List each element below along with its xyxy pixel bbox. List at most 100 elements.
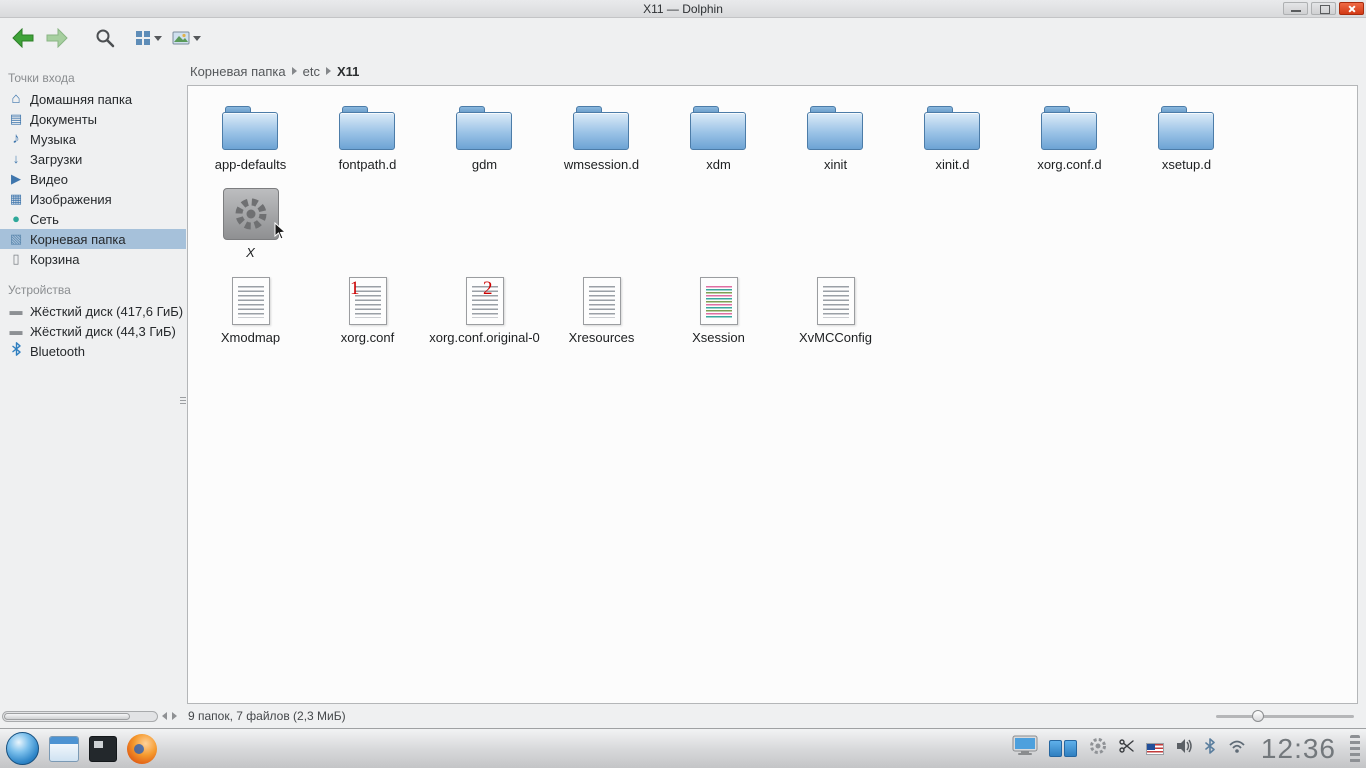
forward-icon (45, 28, 69, 48)
forward-button[interactable] (42, 23, 72, 53)
executable-tile[interactable]: X (192, 188, 309, 260)
folder-label: xdm (706, 158, 731, 172)
network-wifi-icon[interactable] (1227, 738, 1247, 759)
folder-tile[interactable]: xdm (660, 106, 777, 172)
folder-tile[interactable]: fontpath.d (309, 106, 426, 172)
folder-tile[interactable]: gdm (426, 106, 543, 172)
file-tile[interactable]: Xmodmap (192, 275, 309, 345)
places-header: Точки входа (0, 67, 186, 89)
folder-label: app-defaults (215, 158, 287, 172)
search-button[interactable] (90, 23, 120, 53)
sidebar-item-label: Bluetooth (30, 344, 85, 359)
file-label: Xsession (692, 331, 745, 345)
folder-icon (456, 106, 514, 152)
folder-icon (690, 106, 748, 152)
desktop: X11 — Dolphin Точки входа (0, 0, 1366, 768)
folder-row: app-defaults fontpath.d gdm wmsession.d (192, 106, 1353, 275)
sidebar-splitter[interactable] (180, 387, 186, 413)
settings-gear-icon[interactable] (1088, 736, 1108, 761)
text-file-icon (232, 277, 270, 325)
folder-label: fontpath.d (339, 158, 397, 172)
folder-tile[interactable]: xsetup.d (1128, 106, 1245, 172)
firefox-launcher[interactable] (127, 734, 157, 764)
sidebar-item-root[interactable]: Корневая папка (0, 229, 186, 249)
zoom-slider[interactable] (1216, 712, 1354, 720)
folder-icon (1158, 106, 1216, 152)
sidebar-item-music[interactable]: Музыка (0, 129, 186, 149)
folder-tile[interactable]: wmsession.d (543, 106, 660, 172)
keyboard-layout-flag-icon[interactable] (1146, 743, 1164, 755)
sidebar-item-bluetooth[interactable]: Bluetooth (0, 341, 186, 361)
sidebar-item-images[interactable]: Изображения (0, 189, 186, 209)
zoom-slider-knob[interactable] (1252, 710, 1264, 722)
sidebar-item-trash[interactable]: Корзина (0, 249, 186, 269)
chevron-down-icon (154, 36, 162, 41)
terminal-launcher[interactable] (89, 736, 117, 762)
text-file-icon (817, 277, 855, 325)
breadcrumb-item-root[interactable]: Корневая папка (190, 64, 286, 79)
scrollbar-handle[interactable] (4, 713, 130, 720)
bluetooth-tray-icon[interactable] (1204, 738, 1216, 759)
scroll-left-icon[interactable] (162, 712, 167, 720)
folder-tile[interactable]: app-defaults (192, 106, 309, 172)
folder-icon (1041, 106, 1099, 152)
scroll-right-icon[interactable] (172, 712, 177, 720)
sidebar-item-disk2[interactable]: Жёсткий диск (44,3 ГиБ) (0, 321, 186, 341)
breadcrumb-separator-icon (326, 67, 331, 75)
documents-icon (8, 111, 24, 127)
annotation-1: 1 (350, 278, 360, 300)
sidebar-item-label: Сеть (30, 212, 59, 227)
clipboard-scissors-icon[interactable] (1119, 739, 1135, 758)
taskbar: 12:36 (0, 728, 1366, 768)
sidebar-item-label: Загрузки (30, 152, 82, 167)
maximize-button[interactable] (1311, 2, 1336, 15)
file-tile[interactable]: Xsession (660, 275, 777, 345)
file-label: xorg.conf (341, 331, 394, 345)
breadcrumb: Корневая папка etc X11 (186, 57, 1366, 85)
sidebar-item-home[interactable]: Домашняя папка (0, 89, 186, 109)
close-button[interactable] (1339, 2, 1364, 15)
zoom-slider-track[interactable] (1216, 715, 1354, 718)
folder-tile[interactable]: xorg.conf.d (1011, 106, 1128, 172)
file-tile[interactable]: xorg.conf (309, 275, 426, 345)
preview-icon (172, 31, 190, 46)
minimize-button[interactable] (1283, 2, 1308, 15)
breadcrumb-item-etc[interactable]: etc (303, 64, 320, 79)
window-titlebar[interactable]: X11 — Dolphin (0, 0, 1366, 18)
folder-label: gdm (472, 158, 497, 172)
desktop-pager[interactable] (1049, 740, 1077, 757)
view-mode-button[interactable] (132, 23, 165, 53)
clock[interactable]: 12:36 (1261, 733, 1336, 765)
window-title: X11 — Dolphin (0, 2, 1366, 16)
folder-tile[interactable]: xinit (777, 106, 894, 172)
sidebar-item-downloads[interactable]: Загрузки (0, 149, 186, 169)
view-column: Корневая папка etc X11 app-defaults font… (186, 57, 1366, 704)
file-label: xorg.conf.original-0 (429, 331, 540, 345)
volume-icon[interactable] (1175, 738, 1193, 759)
file-tile[interactable]: XvMCConfig (777, 275, 894, 345)
places-panel: Точки входа Домашняя папка Документы Муз… (0, 57, 186, 704)
folder-tile[interactable]: xinit.d (894, 106, 1011, 172)
sidebar-item-documents[interactable]: Документы (0, 109, 186, 129)
sidebar-horizontal-scrollbar[interactable] (2, 711, 158, 722)
breadcrumb-item-current[interactable]: X11 (337, 64, 359, 79)
sidebar-item-disk1[interactable]: Жёсткий диск (417,6 ГиБ) (0, 301, 186, 321)
display-settings-icon[interactable] (1012, 735, 1038, 762)
file-tile[interactable]: Xresources (543, 275, 660, 345)
file-view[interactable]: app-defaults fontpath.d gdm wmsession.d (187, 85, 1358, 704)
app-launcher-button[interactable] (6, 732, 39, 765)
sidebar-item-label: Документы (30, 112, 97, 127)
sidebar-item-video[interactable]: Видео (0, 169, 186, 189)
trash-icon (8, 251, 24, 267)
back-button[interactable] (8, 23, 38, 53)
file-label: Xresources (569, 331, 635, 345)
executable-label: X (246, 246, 255, 260)
sidebar-item-network[interactable]: Сеть (0, 209, 186, 229)
folder-icon (222, 106, 280, 152)
annotation-2: 2 (483, 278, 493, 300)
music-icon (8, 131, 24, 147)
panel-toolbox-icon[interactable] (1350, 735, 1360, 763)
root-folder-icon (8, 231, 24, 247)
file-manager-launcher[interactable] (49, 736, 79, 762)
preview-button[interactable] (169, 23, 204, 53)
